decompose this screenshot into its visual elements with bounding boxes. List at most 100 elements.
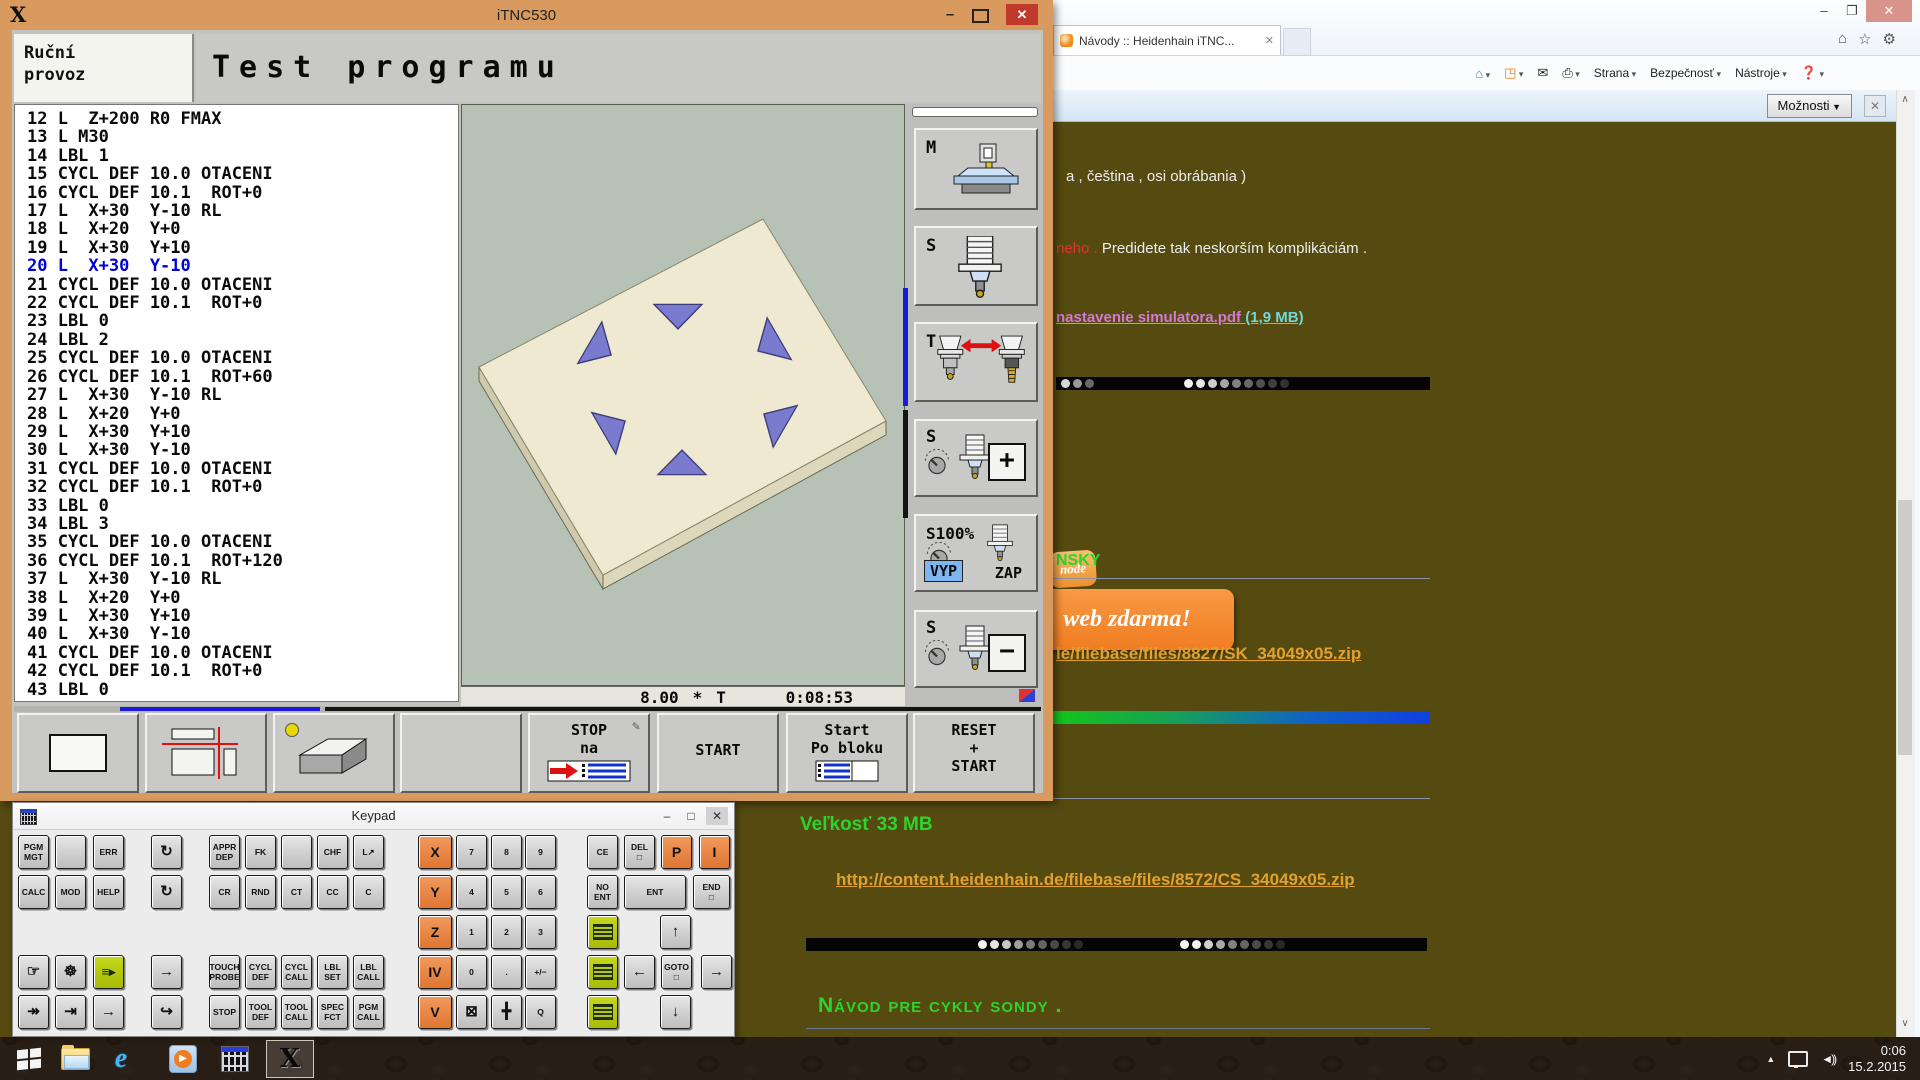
keypad-key-cc[interactable]: CC [317,875,348,909]
keypad-key-c[interactable]: C [353,875,384,909]
program-line-36[interactable]: 36 CYCL DEF 10.1 ROT+120 [27,552,283,570]
program-line-12[interactable]: 12 L Z+200 R0 FMAX [27,110,283,128]
itnc-close-button[interactable]: ✕ [1006,4,1038,25]
program-line-42[interactable]: 42 CYCL DEF 10.1 ROT+0 [27,662,283,680]
keypad-key-touch-probe[interactable]: TOUCH PROBE [209,955,240,989]
keypad-key-no-ent[interactable]: NO ENT [587,875,618,909]
keypad-key-pgm-mgt[interactable]: PGM MGT [18,835,49,869]
keypad-key-x[interactable]: X [418,835,452,869]
program-line-40[interactable]: 40 L X+30 Y-10 [27,625,283,643]
browser-restore-button[interactable]: ❐ [1838,0,1866,22]
program-line-17[interactable]: 17 L X+30 Y-10 RL [27,202,283,220]
taskbar-clock[interactable]: 0:06 15.2.2015 [1848,1043,1906,1075]
keypad-key-7[interactable]: 7 [456,835,487,869]
keypad-key-tool-def[interactable]: TOOL DEF [245,995,276,1029]
browser-tab[interactable]: Návody :: Heidenhain iTNC... ✕ [1053,25,1281,55]
keypad-key-appr-dep[interactable]: APPR DEP [209,835,240,869]
keypad-key[interactable] [55,835,86,869]
keypad-key-8[interactable]: 8 [491,835,522,869]
keypad-key[interactable] [587,995,618,1029]
softkey-view-3planes[interactable] [145,713,267,793]
program-line-29[interactable]: 29 L X+30 Y+10 [27,423,283,441]
taskbar-item-mediaplayer[interactable]: ▶ [166,1042,200,1076]
settings-gear-icon[interactable]: ⚙ [1883,30,1896,48]
keypad-key[interactable] [281,835,312,869]
keypad-key-[interactable]: ↑ [660,915,691,949]
keypad-key-chf[interactable]: CHF [317,835,348,869]
program-line-43[interactable]: 43 LBL 0 [27,681,283,699]
program-line-27[interactable]: 27 L X+30 Y-10 RL [27,386,283,404]
keypad-key-iv[interactable]: IV [418,955,452,989]
zip-link-sk[interactable]: le/filebase/files/8827/SK_34049x05.zip [1056,644,1361,664]
keypad-key-err[interactable]: ERR [93,835,124,869]
keypad-titlebar[interactable]: Keypad – □ ✕ [13,803,734,830]
scrollbar-down-arrow[interactable]: ∨ [1898,1018,1912,1034]
volume-icon[interactable]: ◄)) [1821,1052,1835,1066]
softkey-start[interactable]: START [657,713,779,793]
browser-close-button[interactable]: ✕ [1866,0,1912,22]
keypad-key-[interactable]: ⇥ [55,995,86,1029]
program-line-39[interactable]: 39 L X+30 Y+10 [27,607,283,625]
keypad-key-pgm-call[interactable]: PGM CALL [353,995,384,1029]
menu-nastroje[interactable]: Nástroje [1735,66,1787,80]
program-listing-panel[interactable]: 12 L Z+200 R0 FMAX13 L M3014 LBL 115 CYC… [14,104,459,702]
keypad-key-ent[interactable]: ENT [624,875,686,909]
softkey-s100-override[interactable]: S100% VYP ZAP [914,514,1038,592]
favorites-star-icon[interactable]: ☆ [1858,30,1871,48]
itnc-minimize-button[interactable]: – [938,6,962,23]
softkey-m[interactable]: M [914,128,1038,210]
keypad-key-[interactable]: → [93,995,124,1029]
keypad-key-q[interactable]: Q [525,995,556,1029]
softkey-spindle-minus[interactable]: S − [914,610,1038,688]
keypad-key-spec-fct[interactable]: SPEC FCT [317,995,348,1029]
menu-strana[interactable]: Strana [1594,66,1636,80]
keypad-key-lbl-set[interactable]: LBL SET [317,955,348,989]
keypad-key-goto[interactable]: GOTO □ [661,955,692,989]
mail-icon[interactable]: ✉ [1537,65,1548,81]
options-button[interactable]: Možnosti [1767,94,1852,118]
program-line-21[interactable]: 21 CYCL DEF 10.0 OTACENI [27,276,283,294]
keypad-key-tool-call[interactable]: TOOL CALL [281,995,312,1029]
program-line-26[interactable]: 26 CYCL DEF 10.1 ROT+60 [27,368,283,386]
keypad-key-ce[interactable]: CE [587,835,618,869]
program-line-14[interactable]: 14 LBL 1 [27,147,283,165]
keypad-key-mod[interactable]: MOD [55,875,86,909]
program-line-13[interactable]: 13 L M30 [27,128,283,146]
keypad-key-[interactable]: . [491,955,522,989]
keypad-key[interactable] [587,955,618,989]
keypad-key-cycl-call[interactable]: CYCL CALL [281,955,312,989]
keypad-key[interactable] [587,915,618,949]
keypad-key-[interactable]: ⊠ [456,995,487,1029]
keypad-key-lbl-call[interactable]: LBL CALL [353,955,384,989]
keypad-key-v[interactable]: V [418,995,452,1029]
program-line-33[interactable]: 33 LBL 0 [27,497,283,515]
keypad-key-0[interactable]: 0 [456,955,487,989]
program-line-35[interactable]: 35 CYCL DEF 10.0 OTACENI [27,533,283,551]
program-line-31[interactable]: 31 CYCL DEF 10.0 OTACENI [27,460,283,478]
itnc-maximize-button[interactable] [972,9,989,23]
keypad-key-fk[interactable]: FK [245,835,276,869]
program-line-19[interactable]: 19 L X+30 Y+10 [27,239,283,257]
keypad-close-button[interactable]: ✕ [706,807,728,825]
taskbar-item-ie[interactable]: e [104,1042,138,1076]
softkey-stop-at[interactable]: ✎ STOP na [528,713,650,793]
keypad-key-9[interactable]: 9 [525,835,556,869]
home-icon[interactable]: ⌂ [1838,30,1847,48]
notification-close-button[interactable]: ✕ [1864,95,1886,117]
program-line-24[interactable]: 24 LBL 2 [27,331,283,349]
softkey-reset-start[interactable]: RESET + START [913,713,1035,793]
keypad-key-[interactable]: → [151,955,182,989]
softkey-s[interactable]: S [914,226,1038,306]
keypad-key-[interactable]: ↻ [151,835,182,869]
keypad-key-[interactable]: ╋ [491,995,522,1029]
program-line-20[interactable]: 20 L X+30 Y-10 [27,257,283,275]
keypad-key-[interactable]: +/− [525,955,556,989]
softkey-t-toolchange[interactable]: T [914,322,1038,402]
menu-bezpecnost[interactable]: Bezpečnosť [1650,66,1721,80]
taskbar-item-explorer[interactable] [58,1042,92,1076]
keypad-key-cycl-def[interactable]: CYCL DEF [245,955,276,989]
rss-icon[interactable]: ◳ [1504,65,1523,81]
tray-expand-icon[interactable]: ▲ [1766,1054,1775,1064]
keypad-key-4[interactable]: 4 [456,875,487,909]
keypad-key-1[interactable]: 1 [456,915,487,949]
